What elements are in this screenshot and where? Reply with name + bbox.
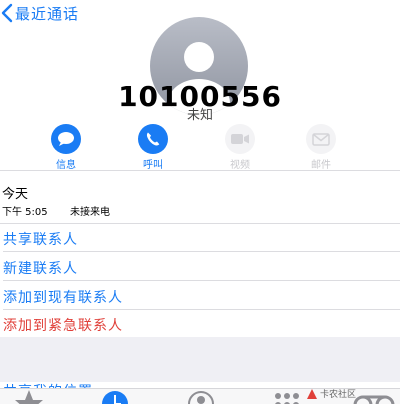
contacts-icon (188, 391, 214, 404)
video-button[interactable]: 视频 (210, 124, 270, 171)
call-button[interactable]: 呼叫 (123, 124, 183, 171)
voicemail-icon (353, 395, 395, 404)
mail-button[interactable]: 邮件 (291, 124, 351, 171)
tab-voicemail[interactable] (352, 389, 396, 404)
back-label: 最近通话 (15, 4, 80, 23)
watermark: 卡农社区 (306, 387, 356, 400)
recent-day: 今天 (2, 187, 29, 202)
call-label: 呼叫 (143, 160, 163, 171)
message-icon (58, 132, 74, 146)
add-to-emergency-contact-button[interactable]: 添加到紧急联系人 (3, 315, 123, 335)
divider (3, 309, 400, 310)
tab-keypad[interactable] (272, 389, 302, 404)
tab-contacts[interactable] (186, 389, 216, 404)
video-label: 视频 (230, 160, 250, 171)
watermark-text: 卡农社区 (319, 390, 356, 400)
share-contact-button[interactable]: 共享联系人 (3, 229, 78, 249)
message-button[interactable]: 信息 (36, 124, 96, 171)
phone-icon (146, 132, 160, 146)
back-button[interactable]: 最近通话 (0, 2, 79, 24)
clock-icon (102, 391, 128, 404)
tab-favorites[interactable] (14, 389, 44, 404)
message-label: 信息 (56, 160, 76, 171)
divider (0, 223, 400, 224)
chevron-left-icon (1, 3, 13, 23)
mail-label: 邮件 (311, 160, 331, 171)
star-icon (15, 390, 43, 404)
recent-status: 未接来电 (70, 207, 110, 218)
video-icon (231, 134, 249, 144)
recent-time: 下午 5:05 (2, 207, 48, 218)
action-row: 信息 呼叫 视频 邮件 (0, 124, 400, 171)
divider (0, 170, 400, 171)
section-gap (0, 337, 400, 382)
contact-label: 未知 (186, 108, 213, 123)
divider (3, 280, 400, 281)
watermark-logo-icon (306, 388, 317, 399)
mail-icon (312, 132, 330, 146)
keypad-icon (275, 393, 299, 404)
create-contact-button[interactable]: 新建联系人 (3, 258, 78, 278)
tab-recents[interactable] (100, 389, 130, 404)
divider (3, 251, 400, 252)
add-to-existing-contact-button[interactable]: 添加到现有联系人 (3, 287, 123, 307)
